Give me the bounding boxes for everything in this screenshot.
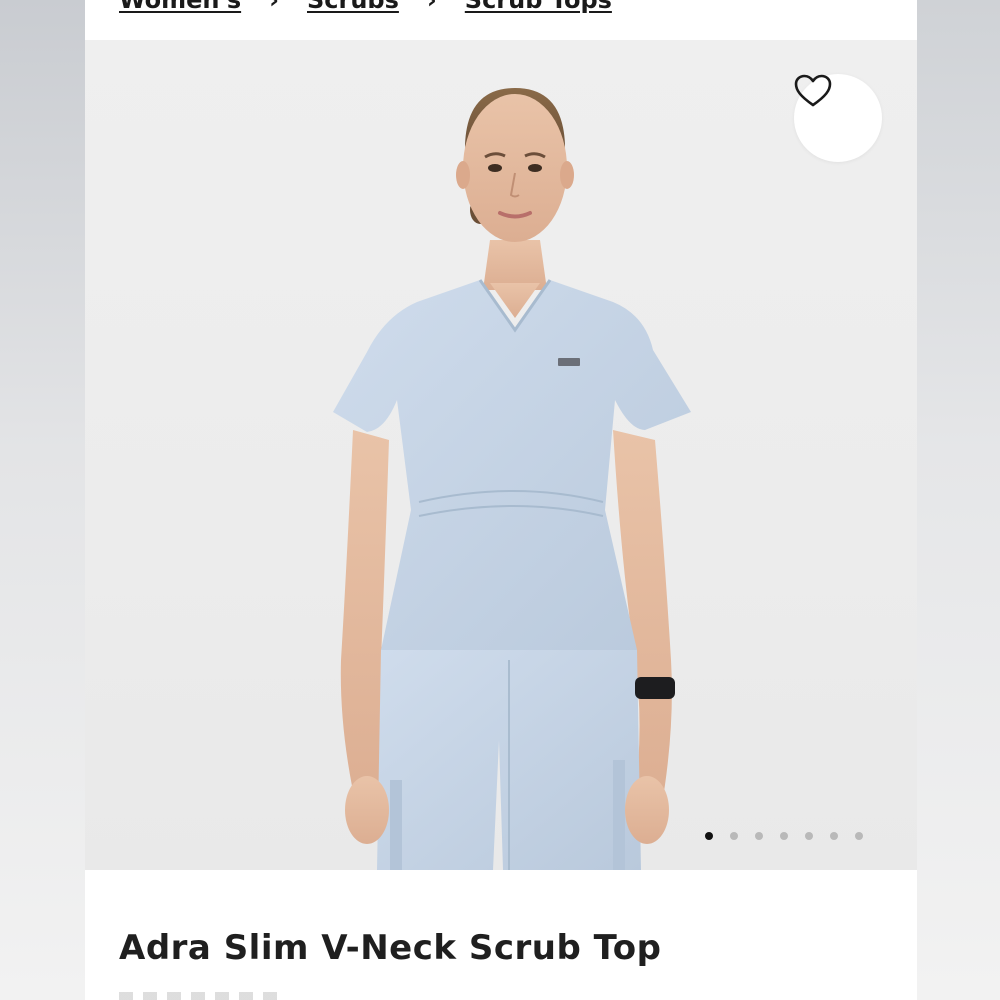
breadcrumb-scrub-tops[interactable]: Scrub Tops (465, 0, 612, 14)
product-image (333, 88, 691, 870)
left-backdrop (0, 0, 85, 1000)
breadcrumb-separator: › (269, 0, 279, 14)
carousel-dot[interactable] (705, 832, 713, 840)
carousel-dot[interactable] (805, 832, 813, 840)
carousel-dot[interactable] (830, 832, 838, 840)
product-image-carousel[interactable] (85, 40, 917, 870)
carousel-dots (705, 832, 863, 840)
breadcrumb-scrubs[interactable]: Scrubs (307, 0, 399, 14)
heart-outline-icon (794, 74, 832, 107)
product-page: Women's › Scrubs › Scrub Tops Adra Slim … (85, 0, 917, 1000)
right-backdrop (917, 0, 1000, 1000)
carousel-dot[interactable] (855, 832, 863, 840)
product-title: Adra Slim V-Neck Scrub Top (119, 928, 662, 968)
rating-row (119, 992, 279, 1000)
carousel-dot[interactable] (730, 832, 738, 840)
breadcrumb: Women's › Scrubs › Scrub Tops (119, 0, 612, 14)
breadcrumb-separator: › (426, 0, 437, 14)
breadcrumb-women[interactable]: Women's (119, 0, 241, 14)
carousel-dot[interactable] (755, 832, 763, 840)
favorite-button[interactable] (794, 74, 882, 162)
carousel-dot[interactable] (780, 832, 788, 840)
